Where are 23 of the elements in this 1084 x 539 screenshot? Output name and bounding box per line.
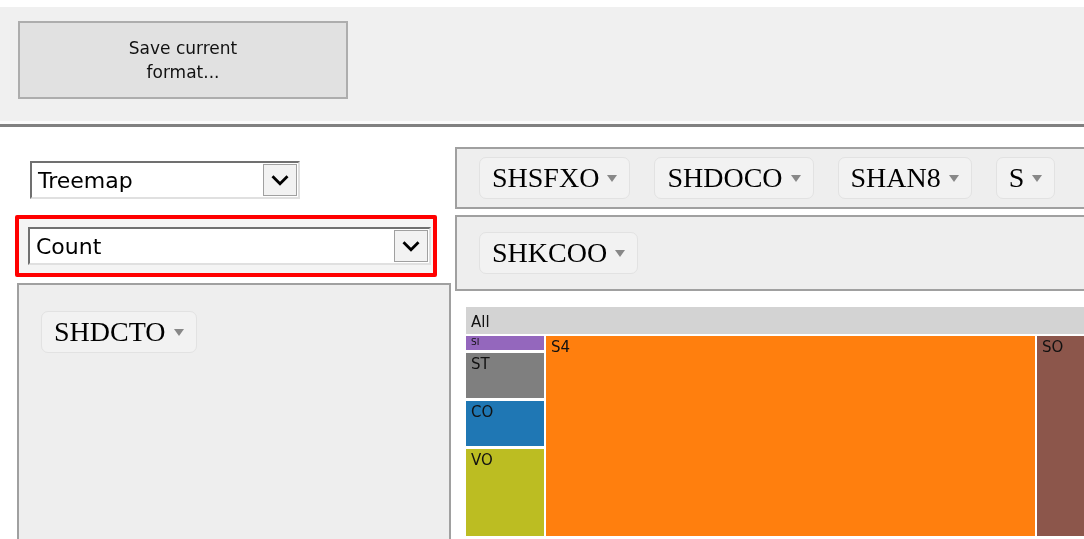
field-chip[interactable]: SHDOCO xyxy=(654,157,814,199)
caret-icon xyxy=(948,174,959,182)
chevron-down-icon xyxy=(263,164,297,196)
treemap-tile[interactable]: CO xyxy=(466,401,544,446)
field-chip[interactable]: SHKCOO xyxy=(479,232,639,274)
save-format-button[interactable]: Save current format... xyxy=(18,21,348,99)
treemap-tile[interactable]: SI xyxy=(466,336,544,350)
treemap-tile[interactable]: S4 xyxy=(546,336,1035,536)
field-chip[interactable]: S xyxy=(995,157,1056,199)
caret-icon xyxy=(615,249,626,257)
treemap-tile[interactable]: VO xyxy=(466,449,544,536)
treemap-header[interactable]: All xyxy=(466,307,1084,334)
dropdown-select[interactable]: Count xyxy=(28,227,431,265)
caret-icon xyxy=(173,328,184,336)
field-chip[interactable]: SHDCTO xyxy=(41,311,197,353)
caret-icon xyxy=(790,174,801,182)
caret-icon xyxy=(607,174,618,182)
dropdown-select[interactable]: Treemap xyxy=(30,161,300,199)
field-chip[interactable]: SHAN8 xyxy=(837,157,972,199)
treemap-tile[interactable]: ST xyxy=(466,353,544,398)
chevron-down-icon xyxy=(394,230,428,262)
field-chip[interactable]: SHSFXO xyxy=(479,157,631,199)
caret-icon xyxy=(1032,174,1043,182)
